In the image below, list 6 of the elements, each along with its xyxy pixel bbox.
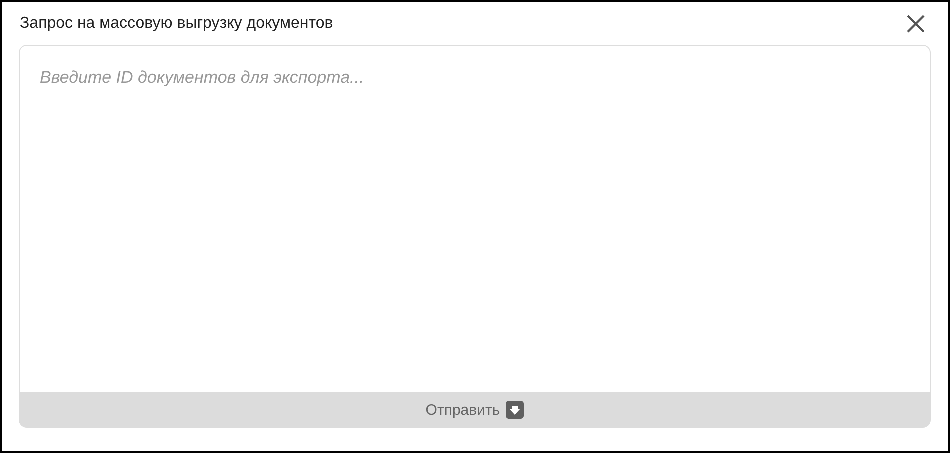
text-input-field[interactable]: Введите ID документов для экспорта... — [19, 45, 931, 392]
close-icon — [907, 14, 925, 32]
close-button[interactable] — [907, 14, 925, 32]
download-icon — [506, 401, 524, 419]
dialog-title: Запрос на массовую выгрузку документов — [20, 14, 334, 32]
submit-button[interactable]: Отправить — [19, 392, 931, 428]
